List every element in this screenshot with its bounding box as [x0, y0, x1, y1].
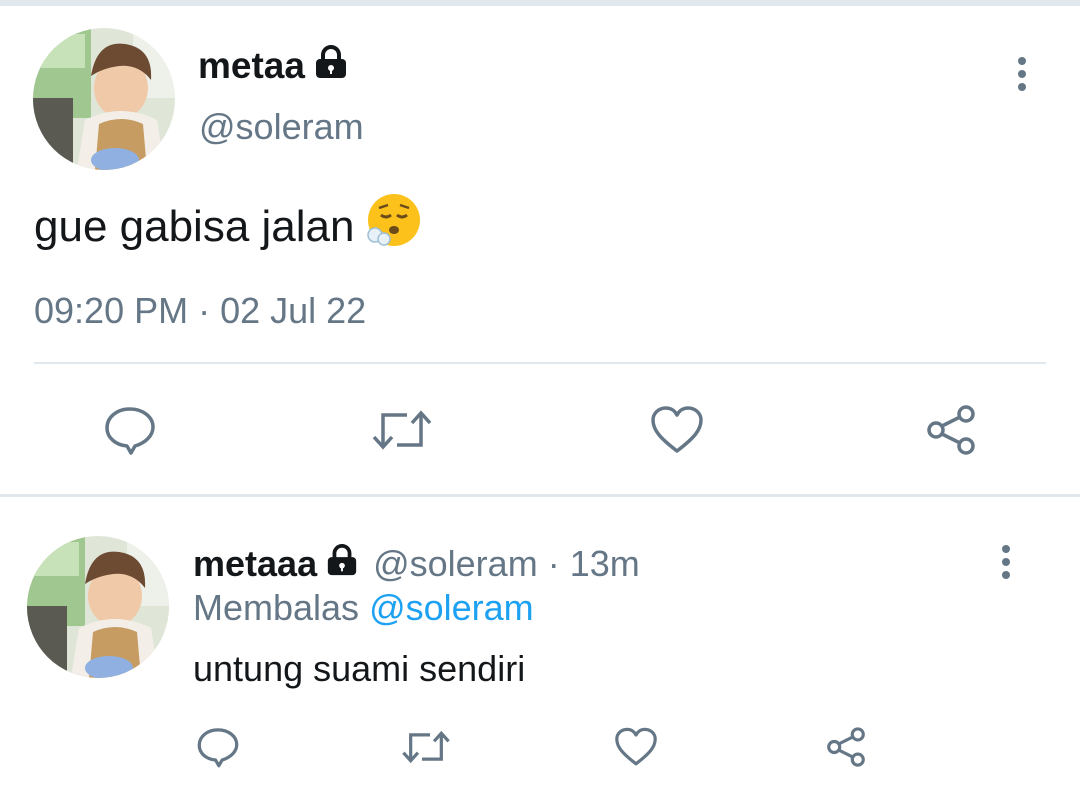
- share-icon: [827, 727, 865, 767]
- reply-text: untung suami sendiri: [193, 648, 526, 689]
- display-name-text: metaa: [198, 45, 305, 86]
- tweet-text: gue gabisa jalan: [34, 194, 422, 263]
- reply-time[interactable]: 13m: [570, 543, 640, 585]
- reply-handle[interactable]: @soleram: [373, 543, 538, 585]
- avatar-photo: [33, 28, 175, 170]
- tweet-timestamp[interactable]: 09:20 PM · 02 Jul 22: [34, 290, 366, 332]
- more-vertical-icon[interactable]: [996, 545, 1016, 579]
- reply-icon: [105, 407, 155, 455]
- display-name[interactable]: metaa: [198, 44, 349, 88]
- lock-icon: [313, 44, 349, 89]
- share-button[interactable]: [820, 722, 872, 772]
- retweet-button[interactable]: [370, 400, 434, 460]
- share-icon: [927, 405, 975, 455]
- reply-avatar[interactable]: [27, 536, 169, 678]
- retweet-icon: [372, 410, 432, 450]
- reply-button[interactable]: [98, 400, 162, 460]
- replying-to-link[interactable]: @soleram: [369, 587, 534, 628]
- replying-label: Membalas: [193, 587, 360, 628]
- replying-to-line: Membalas @soleram: [193, 587, 534, 629]
- share-button[interactable]: [919, 400, 983, 460]
- like-button[interactable]: [645, 400, 709, 460]
- avatar[interactable]: [33, 28, 175, 170]
- heart-icon: [615, 727, 657, 766]
- retweet-icon: [402, 730, 450, 764]
- more-vertical-icon[interactable]: [1012, 57, 1032, 91]
- face-exhaling-emoji: [366, 192, 422, 259]
- handle[interactable]: @soleram: [199, 106, 364, 148]
- retweet-button[interactable]: [400, 722, 452, 772]
- heart-icon: [651, 406, 703, 453]
- reply-display-name[interactable]: metaaa: [193, 543, 317, 585]
- top-border: [0, 0, 1080, 6]
- reply-icon: [197, 728, 239, 768]
- tweet-text-content: gue gabisa jalan: [34, 202, 355, 252]
- reply-button[interactable]: [192, 722, 244, 772]
- divider: [34, 362, 1046, 364]
- avatar-photo: [27, 536, 169, 678]
- separator-dot: ·: [547, 543, 560, 584]
- section-divider: [0, 494, 1080, 497]
- lock-icon: [325, 543, 359, 586]
- like-button[interactable]: [610, 722, 662, 772]
- reply-header: metaaa @soleram · 13m: [193, 542, 640, 586]
